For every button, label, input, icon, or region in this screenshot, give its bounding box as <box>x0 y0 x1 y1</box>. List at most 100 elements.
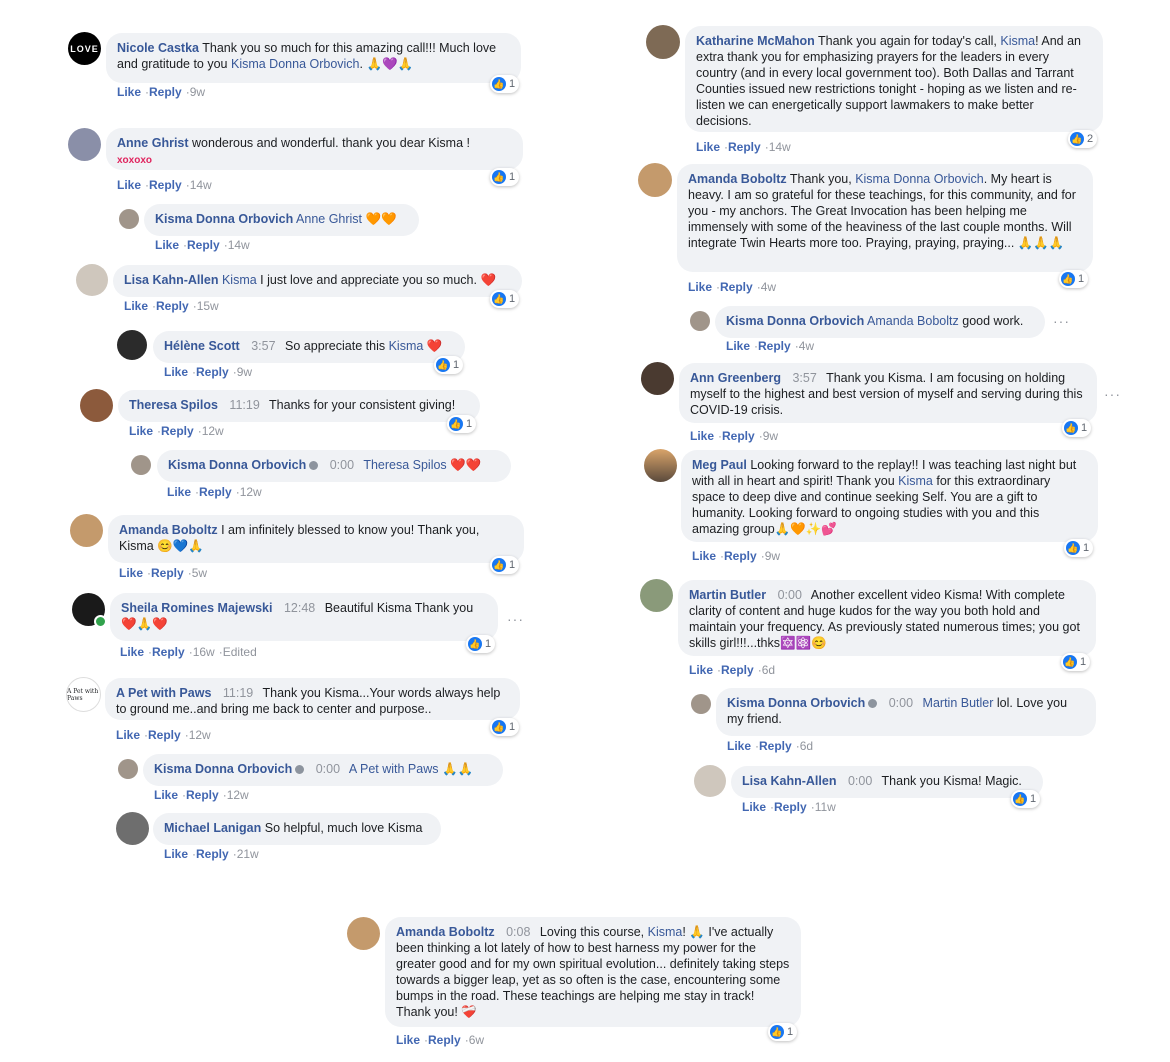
mention-link[interactable]: Anne Ghrist <box>296 212 362 226</box>
video-timestamp[interactable]: 11:19 <box>223 686 253 700</box>
more-options-icon[interactable]: ··· <box>1104 386 1121 402</box>
mention-link[interactable]: Kisma <box>898 474 933 488</box>
reply-button[interactable]: Reply <box>728 140 761 154</box>
like-button[interactable]: Like <box>119 566 143 580</box>
video-timestamp[interactable]: 11:19 <box>229 398 259 412</box>
reply-button[interactable]: Reply <box>149 178 182 192</box>
avatar[interactable] <box>691 694 711 714</box>
more-options-icon[interactable]: ··· <box>507 611 524 627</box>
avatar[interactable] <box>80 389 113 422</box>
like-button[interactable]: Like <box>117 85 141 99</box>
like-count[interactable]: 👍 1 <box>1061 653 1091 671</box>
like-button[interactable]: Like <box>129 424 153 438</box>
reply-button[interactable]: Reply <box>186 788 219 802</box>
avatar[interactable] <box>118 759 138 779</box>
reply-button[interactable]: Reply <box>151 566 184 580</box>
edited-label[interactable]: Edited <box>223 645 257 659</box>
reply-button[interactable]: Reply <box>774 800 807 814</box>
mention-link[interactable]: Amanda Boboltz <box>867 314 959 328</box>
avatar[interactable] <box>119 209 139 229</box>
reply-button[interactable]: Reply <box>428 1033 461 1047</box>
mention-link[interactable]: Theresa Spilos <box>363 458 446 472</box>
avatar[interactable] <box>347 917 380 950</box>
avatar[interactable] <box>640 579 673 612</box>
reply-button[interactable]: Reply <box>152 645 185 659</box>
avatar[interactable] <box>638 163 672 197</box>
reply-button[interactable]: Reply <box>149 85 182 99</box>
reply-button[interactable]: Reply <box>187 238 220 252</box>
mention-link[interactable]: A Pet with Paws <box>349 762 439 776</box>
like-button[interactable]: Like <box>727 739 751 753</box>
like-count[interactable]: 👍 1 <box>1064 539 1094 557</box>
reply-button[interactable]: Reply <box>148 728 181 742</box>
reply-button[interactable]: Reply <box>196 365 229 379</box>
like-count[interactable]: 👍 1 <box>1011 790 1041 808</box>
like-count[interactable]: 👍 1 <box>466 635 496 653</box>
avatar[interactable] <box>70 514 103 547</box>
mention-link[interactable]: Kisma <box>389 339 424 353</box>
like-count[interactable]: 👍 1 <box>490 290 520 308</box>
like-button[interactable]: Like <box>696 140 720 154</box>
video-timestamp[interactable]: 0:00 <box>316 762 340 776</box>
commenter-name[interactable]: Nicole Castka <box>117 41 199 55</box>
commenter-name[interactable]: Kisma Donna Orbovich <box>168 458 306 472</box>
like-button[interactable]: Like <box>690 429 714 443</box>
like-count[interactable]: 👍 1 <box>447 415 477 433</box>
commenter-name[interactable]: A Pet with Paws <box>116 686 211 700</box>
like-button[interactable]: Like <box>116 728 140 742</box>
avatar[interactable] <box>646 25 680 59</box>
like-button[interactable]: Like <box>117 178 141 192</box>
like-count[interactable]: 👍 1 <box>434 356 464 374</box>
like-button[interactable]: Like <box>164 365 188 379</box>
avatar[interactable] <box>117 330 147 360</box>
commenter-name[interactable]: Lisa Kahn-Allen <box>124 273 218 287</box>
avatar[interactable]: A Pet with Paws <box>66 677 101 712</box>
like-button[interactable]: Like <box>689 663 713 677</box>
like-button[interactable]: Like <box>742 800 766 814</box>
like-button[interactable]: Like <box>396 1033 420 1047</box>
like-button[interactable]: Like <box>692 549 716 563</box>
commenter-name[interactable]: Martin Butler <box>689 588 766 602</box>
video-timestamp[interactable]: 0:00 <box>778 588 802 602</box>
like-count[interactable]: 👍 1 <box>490 75 520 93</box>
commenter-name[interactable]: Amanda Boboltz <box>119 523 218 537</box>
video-timestamp[interactable]: 0:00 <box>889 696 913 710</box>
reply-button[interactable]: Reply <box>156 299 189 313</box>
like-count[interactable]: 👍 2 <box>1068 130 1098 148</box>
video-timestamp[interactable]: 12:48 <box>284 601 315 615</box>
avatar[interactable] <box>131 455 151 475</box>
like-count[interactable]: 👍 1 <box>1059 270 1089 288</box>
like-button[interactable]: Like <box>688 280 712 294</box>
commenter-name[interactable]: Kisma Donna Orbovich <box>726 314 864 328</box>
mention-link[interactable]: Kisma <box>1000 34 1035 48</box>
avatar[interactable] <box>68 128 101 161</box>
video-timestamp[interactable]: 0:08 <box>506 925 530 939</box>
like-button[interactable]: Like <box>167 485 191 499</box>
like-button[interactable]: Like <box>120 645 144 659</box>
like-button[interactable]: Like <box>154 788 178 802</box>
avatar[interactable]: LOVE <box>68 32 101 65</box>
like-button[interactable]: Like <box>726 339 750 353</box>
like-button[interactable]: Like <box>164 847 188 861</box>
video-timestamp[interactable]: 0:00 <box>848 774 872 788</box>
commenter-name[interactable]: Hélène Scott <box>164 339 240 353</box>
commenter-name[interactable]: Amanda Boboltz <box>688 172 787 186</box>
reply-button[interactable]: Reply <box>758 339 791 353</box>
reply-button[interactable]: Reply <box>722 429 755 443</box>
reply-button[interactable]: Reply <box>720 280 753 294</box>
reply-button[interactable]: Reply <box>196 847 229 861</box>
video-timestamp[interactable]: 0:00 <box>330 458 354 472</box>
commenter-name[interactable]: Lisa Kahn-Allen <box>742 774 836 788</box>
like-count[interactable]: 👍 1 <box>490 556 520 574</box>
commenter-name[interactable]: Michael Lanigan <box>164 821 261 835</box>
avatar[interactable] <box>690 311 710 331</box>
commenter-name[interactable]: Katharine McMahon <box>696 34 815 48</box>
commenter-name[interactable]: Amanda Boboltz <box>396 925 495 939</box>
commenter-name[interactable]: Anne Ghrist <box>117 136 189 150</box>
avatar[interactable] <box>694 765 726 797</box>
like-count[interactable]: 👍 1 <box>1062 419 1092 437</box>
video-timestamp[interactable]: 3:57 <box>792 371 816 385</box>
avatar[interactable] <box>116 812 149 845</box>
commenter-name[interactable]: Ann Greenberg <box>690 371 781 385</box>
like-count[interactable]: 👍 1 <box>490 168 520 186</box>
